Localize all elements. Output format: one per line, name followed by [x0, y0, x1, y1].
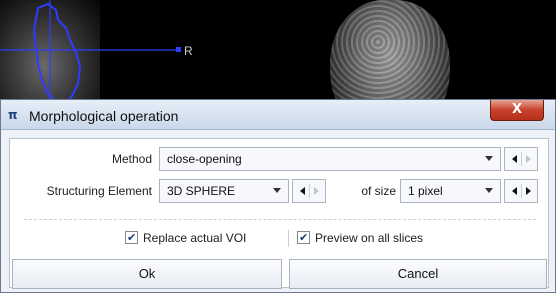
size-select[interactable]: 1 pixel	[400, 179, 501, 203]
arrow-left-icon[interactable]	[300, 187, 305, 195]
structuring-element-value: 3D SPHERE	[167, 184, 236, 198]
morphological-operation-dialog: π Morphological operation X Method close…	[0, 99, 556, 293]
method-label: Method	[111, 152, 152, 166]
replace-voi-checkbox[interactable]: Replace actual VOI	[125, 229, 246, 247]
method-select[interactable]: close-opening	[159, 147, 501, 171]
ok-button[interactable]: Ok	[12, 259, 282, 289]
arrow-left-icon[interactable]	[512, 187, 517, 195]
ok-button-label: Ok	[138, 266, 156, 281]
dialog-titlebar[interactable]: π Morphological operation X	[1, 100, 555, 130]
divider	[24, 219, 536, 220]
checkbox-separator	[288, 230, 289, 247]
dialog-content-panel: Method close-opening Structuring Element…	[9, 138, 549, 289]
stepper-divider	[521, 152, 522, 166]
orientation-label: R	[184, 44, 193, 58]
size-label: of size	[361, 184, 396, 198]
method-value: close-opening	[167, 152, 242, 166]
cancel-button-label: Cancel	[397, 266, 439, 281]
size-value: 1 pixel	[408, 184, 443, 198]
stepper-divider	[521, 184, 522, 198]
dialog-title: Morphological operation	[29, 108, 179, 124]
chevron-down-icon	[273, 188, 281, 193]
structuring-element-select[interactable]: 3D SPHERE	[159, 179, 289, 203]
pmod-logo-icon: π	[8, 108, 18, 122]
preview-all-slices-checkbox[interactable]: Preview on all slices	[297, 229, 423, 247]
arrow-right-icon[interactable]	[526, 155, 531, 163]
stepper-divider	[309, 184, 310, 198]
method-stepper[interactable]	[504, 147, 538, 171]
close-button[interactable]: X	[490, 100, 544, 121]
structuring-element-stepper[interactable]	[292, 179, 326, 203]
chevron-down-icon	[485, 188, 493, 193]
size-stepper[interactable]	[504, 179, 538, 203]
checkbox-checked-icon[interactable]	[125, 229, 138, 247]
chevron-down-icon	[485, 156, 493, 161]
structuring-element-label: Structuring Element	[46, 184, 152, 198]
arrow-right-icon[interactable]	[526, 187, 531, 195]
arrow-right-icon[interactable]	[314, 187, 319, 195]
replace-voi-label: Replace actual VOI	[143, 231, 247, 245]
cancel-button[interactable]: Cancel	[289, 259, 547, 289]
arrow-left-icon[interactable]	[512, 155, 517, 163]
checkbox-checked-icon[interactable]	[297, 229, 310, 247]
preview-all-slices-label: Preview on all slices	[315, 231, 424, 245]
